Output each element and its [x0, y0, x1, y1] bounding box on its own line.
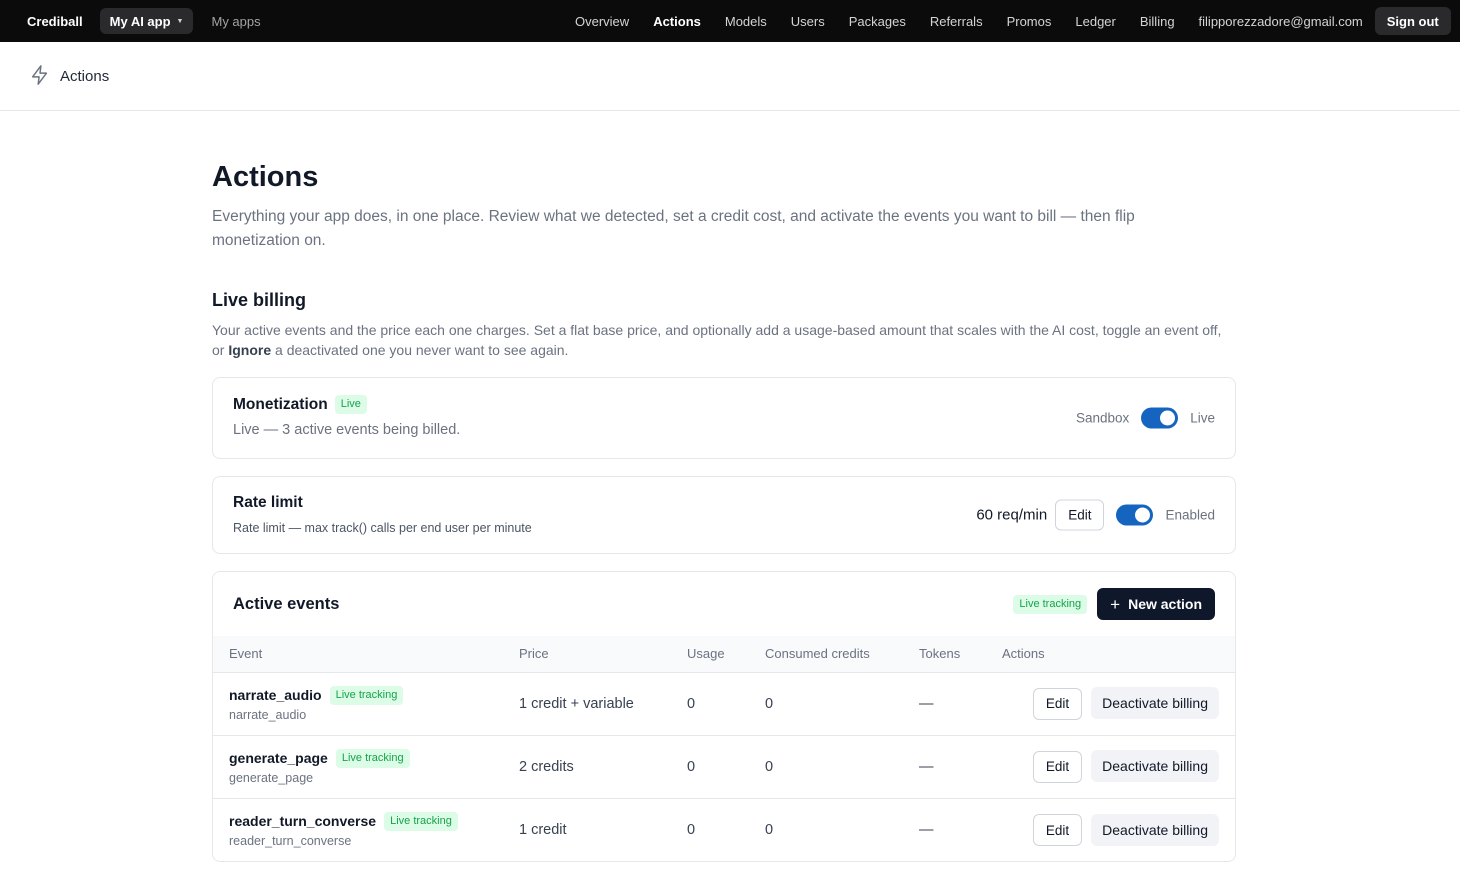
page-header-title: Actions — [60, 67, 110, 85]
new-action-button[interactable]: + New action — [1097, 588, 1215, 620]
table-row: generate_page Live tracking generate_pag… — [213, 735, 1235, 798]
event-consumed-credits: 0 — [765, 821, 774, 838]
event-price: 2 credits — [519, 758, 574, 775]
event-consumed-credits: 0 — [765, 758, 774, 775]
event-consumed-credits: 0 — [765, 695, 774, 712]
event-tokens: — — [919, 758, 934, 775]
edit-event-button[interactable]: Edit — [1032, 687, 1083, 720]
event-status-badge: Live tracking — [329, 685, 404, 705]
rate-limit-card: Rate limit Rate limit — max track() call… — [212, 476, 1236, 554]
page-description: Everything your app does, in one place. … — [212, 208, 1135, 249]
page-title: Actions — [212, 161, 319, 193]
event-actions: Edit Deactivate billing — [1002, 798, 1235, 861]
monetization-status-badge: Live — [334, 395, 367, 414]
live-billing-description: Your active events and the price each on… — [212, 320, 1236, 360]
active-events-header: Active events Live tracking + New action — [213, 572, 1235, 636]
event-price: 1 credit + variable — [519, 695, 634, 712]
event-name: narrate_audio — [229, 687, 322, 703]
event-actions: Edit Deactivate billing — [1002, 735, 1235, 798]
event-status-badge: Live tracking — [384, 811, 458, 831]
nav-ledger[interactable]: Ledger — [1075, 14, 1115, 29]
user-email: filipporezzadore@gmail.com — [1198, 13, 1363, 29]
rate-limit-state-label: Enabled — [1165, 507, 1215, 523]
col-tokens: Tokens — [919, 646, 961, 662]
event-name-line: reader_turn_converse Live tracking — [229, 811, 519, 831]
nav-billing[interactable]: Billing — [1140, 14, 1175, 29]
caret-down-icon: ▼ — [176, 17, 184, 25]
table-row: narrate_audio Live tracking narrate_audi… — [213, 672, 1235, 735]
edit-event-button[interactable]: Edit — [1032, 814, 1083, 846]
table-row: reader_turn_converse Live tracking reade… — [213, 798, 1235, 861]
events-table: Event Price Usage Consumed credits Token… — [213, 636, 1235, 861]
rate-limit-value: 60 req/min — [976, 506, 1048, 524]
edit-event-button[interactable]: Edit — [1032, 750, 1083, 783]
event-usage: 0 — [687, 821, 696, 838]
event-usage: 0 — [687, 758, 696, 775]
nav-promos[interactable]: Promos — [1007, 14, 1052, 29]
deactivate-billing-button[interactable]: Deactivate billing — [1091, 687, 1219, 720]
event-name-line: generate_page Live tracking — [229, 748, 519, 768]
live-billing-desc-after: a deactivated one you never want to see … — [271, 342, 569, 358]
active-events-header-actions: Live tracking + New action — [1013, 588, 1215, 620]
col-event: Event — [229, 646, 263, 662]
app-switcher[interactable]: My AI app ▼ — [99, 8, 194, 34]
col-consumed-credits: Consumed credits — [765, 646, 870, 662]
monetization-title: Monetization — [233, 395, 328, 413]
event-usage: 0 — [687, 695, 696, 712]
sandbox-label: Sandbox — [1075, 410, 1130, 426]
live-billing-desc-ignore: Ignore — [228, 342, 272, 358]
rate-limit-controls: 60 req/min Edit Enabled — [976, 499, 1215, 531]
event-price: 1 credit — [519, 821, 567, 838]
nav-packages[interactable]: Packages — [849, 14, 906, 29]
sign-out-button[interactable]: Sign out — [1374, 7, 1451, 35]
monetization-mode-switch: Sandbox Live — [1075, 407, 1215, 429]
event-status-badge: Live tracking — [335, 748, 410, 768]
deactivate-billing-button[interactable]: Deactivate billing — [1091, 813, 1219, 846]
page-header: Actions — [0, 42, 1460, 111]
main-nav: Overview Actions Models Users Packages R… — [575, 0, 1451, 42]
monetization-toggle[interactable] — [1141, 407, 1179, 429]
monetization-subtitle: Live — 3 active events being billed. — [233, 422, 461, 438]
app-switcher-label: My AI app — [109, 13, 171, 29]
my-apps-link[interactable]: My apps — [211, 14, 260, 29]
active-events-card: Active events Live tracking + New action… — [212, 571, 1236, 862]
event-key: generate_page — [229, 770, 314, 785]
live-tracking-badge: Live tracking — [1013, 594, 1088, 614]
lightning-icon — [29, 63, 51, 90]
live-billing-title: Live billing — [212, 290, 307, 310]
deactivate-billing-button[interactable]: Deactivate billing — [1091, 750, 1219, 783]
toggle-knob — [1160, 410, 1176, 426]
col-actions: Actions — [1002, 646, 1045, 662]
event-key: narrate_audio — [229, 707, 307, 722]
event-key: reader_turn_converse — [229, 833, 352, 848]
event-name-line: narrate_audio Live tracking — [229, 685, 519, 705]
new-action-label: New action — [1128, 596, 1202, 612]
event-name: reader_turn_converse — [229, 813, 377, 830]
top-navbar: Crediball My AI app ▼ My apps Overview A… — [0, 0, 1460, 42]
event-tokens: — — [919, 695, 934, 712]
col-price: Price — [519, 646, 549, 662]
main-content: Actions Everything your app does, in one… — [212, 111, 1236, 862]
nav-overview[interactable]: Overview — [575, 14, 629, 29]
monetization-heading: Monetization Live — [233, 395, 1215, 414]
plus-icon: + — [1110, 594, 1121, 614]
nav-models[interactable]: Models — [725, 14, 767, 29]
col-usage: Usage — [687, 646, 725, 662]
event-tokens: — — [919, 821, 934, 838]
brand-logo[interactable]: Crediball — [27, 14, 83, 29]
monetization-card: Monetization Live Live — 3 active events… — [212, 377, 1236, 459]
rate-limit-edit-button[interactable]: Edit — [1055, 499, 1105, 531]
event-name: generate_page — [229, 750, 328, 766]
nav-actions[interactable]: Actions — [653, 14, 701, 29]
nav-referrals[interactable]: Referrals — [930, 14, 983, 29]
toggle-knob — [1135, 507, 1151, 523]
table-header-row: Event Price Usage Consumed credits Token… — [213, 636, 1235, 672]
active-events-title: Active events — [233, 594, 340, 613]
rate-limit-toggle[interactable] — [1116, 504, 1154, 526]
event-actions: Edit Deactivate billing — [1002, 672, 1235, 735]
nav-users[interactable]: Users — [791, 14, 825, 29]
live-label: Live — [1190, 410, 1215, 426]
